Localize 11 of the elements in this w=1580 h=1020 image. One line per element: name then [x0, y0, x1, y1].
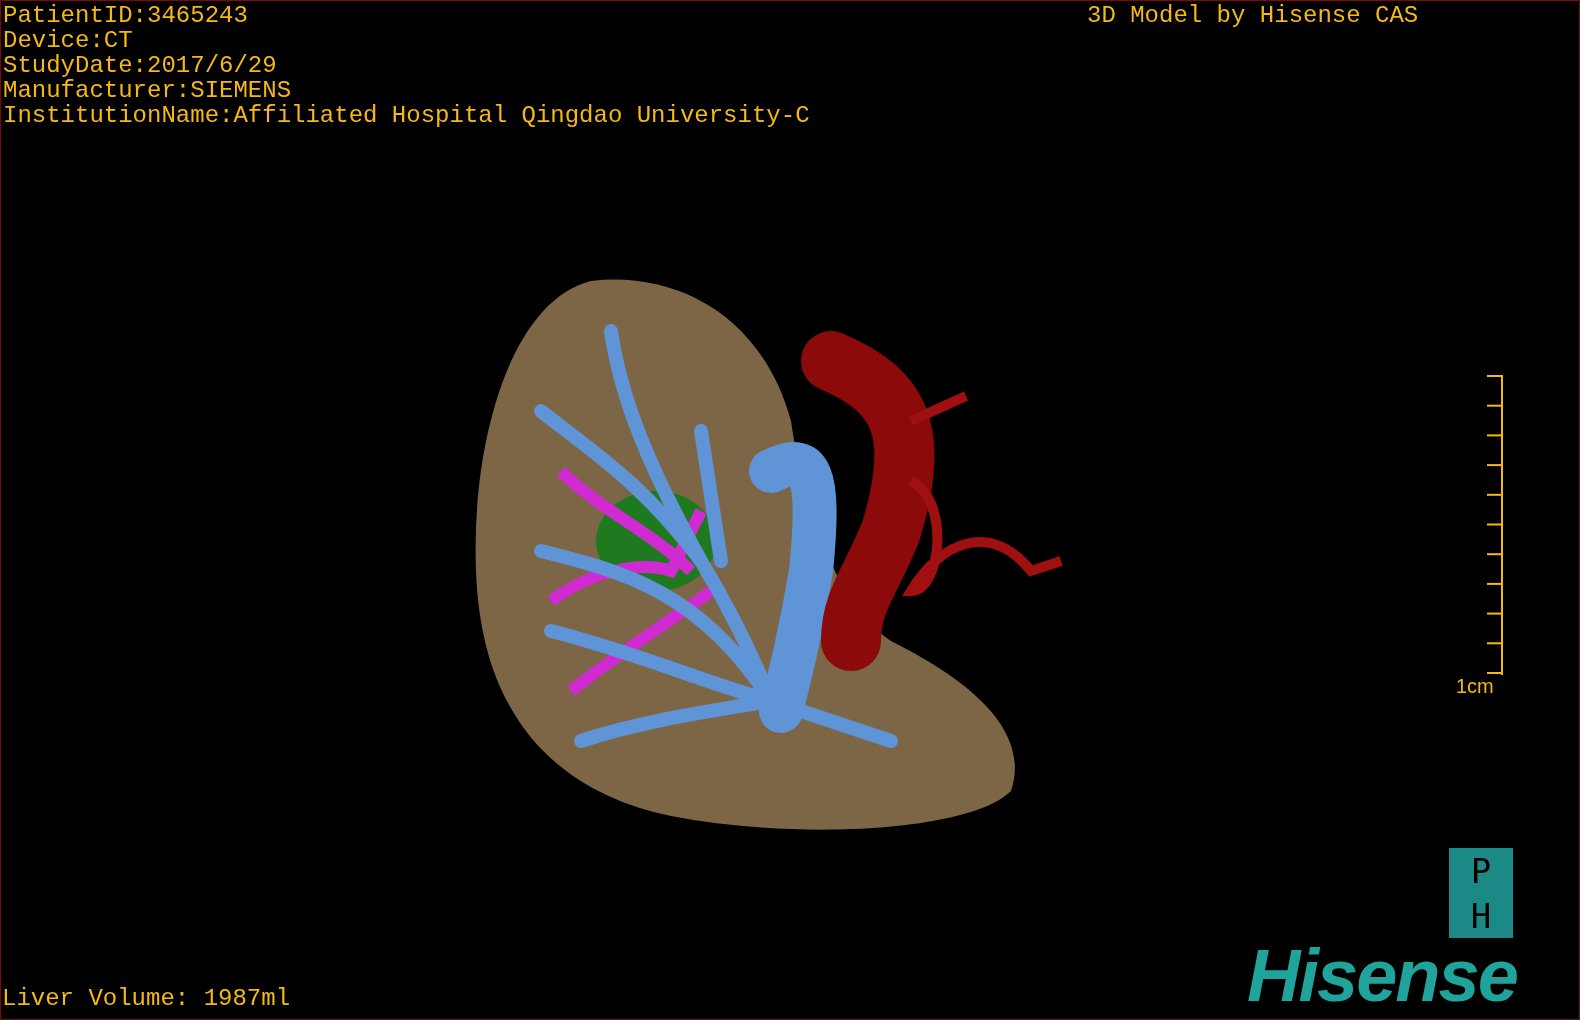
logo-letter: H [1470, 897, 1492, 934]
info-text: PatientID:3465243 [3, 3, 249, 28]
scale-label: 1cm [1456, 675, 1494, 697]
info-text: Manufacturer:SIEMENS [3, 78, 293, 103]
info-text: Device:CT [3, 28, 134, 53]
volume-text: Liver Volume: 1987ml [2, 986, 291, 1011]
logo-wordmark: Hisense [1247, 941, 1517, 1011]
model-title: 3D Model by Hisense CAS [1087, 3, 1419, 28]
info-text: InstitutionName:Affiliated Hospital Qingdao University-C [3, 103, 810, 128]
logo-letter: P [1470, 852, 1492, 889]
info-text: StudyDate:2017/6/29 [3, 53, 278, 78]
